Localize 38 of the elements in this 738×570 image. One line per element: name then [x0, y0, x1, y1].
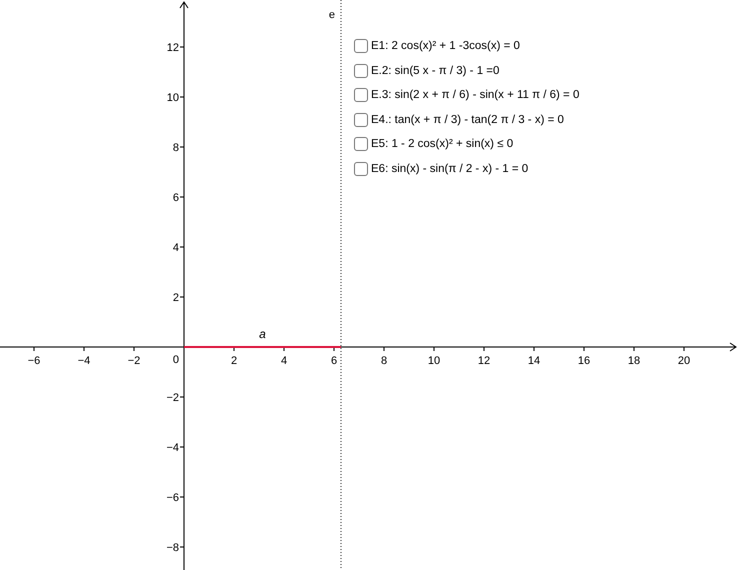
origin-label: 0 — [172, 354, 179, 366]
tick-label: 10 — [428, 355, 440, 367]
tick-label: 12 — [166, 42, 179, 54]
tick-label: 2 — [230, 355, 238, 367]
checkbox[interactable] — [354, 39, 368, 53]
equation-label: E1: 2 cos(x)² + 1 -3cos(x) = 0 — [371, 40, 520, 52]
tick-label: 12 — [478, 355, 490, 367]
tick-label: 6 — [330, 355, 338, 367]
tick-label: −4 — [166, 442, 179, 454]
line-label: e — [328, 9, 335, 21]
tick-label: 2 — [172, 292, 179, 304]
tick-label: 4 — [172, 242, 179, 254]
segment-label: a — [259, 327, 266, 341]
tick-label: 16 — [578, 355, 590, 367]
checkbox[interactable] — [354, 162, 368, 176]
tick-label: 14 — [528, 355, 540, 367]
tick-label: −2 — [166, 392, 179, 404]
tick-label: 8 — [380, 355, 388, 367]
tick-label: 6 — [172, 192, 179, 204]
equation-label: E4.: tan(x + π / 3) - tan(2 π / 3 - x) = 0 — [371, 114, 564, 126]
checkbox[interactable] — [354, 88, 368, 102]
tick-label: 20 — [678, 355, 690, 367]
tick-label: −8 — [166, 542, 179, 554]
tick-label: 4 — [280, 355, 288, 367]
tick-label: 8 — [172, 142, 179, 154]
equation-label: E6: sin(x) - sin(π / 2 - x) - 1 = 0 — [371, 162, 528, 174]
equation-label: E5: 1 - 2 cos(x)² + sin(x) ≤ 0 — [371, 138, 514, 150]
tick-label: −6 — [28, 355, 40, 367]
checkbox[interactable] — [354, 64, 368, 78]
tick-label: −2 — [128, 355, 140, 367]
equation-label: E.3: sin(2 x + π / 6) - sin(x + 11 π / 6) = 0 — [371, 89, 580, 101]
tick-label: 18 — [628, 355, 640, 367]
tick-label: −4 — [78, 355, 90, 367]
tick-label: 10 — [166, 92, 179, 104]
checkbox[interactable] — [354, 112, 368, 126]
tick-label: −6 — [166, 492, 179, 504]
checkbox[interactable] — [354, 137, 368, 151]
equation-label: E.2: sin(5 x - π / 3) - 1 =0 — [371, 64, 500, 76]
